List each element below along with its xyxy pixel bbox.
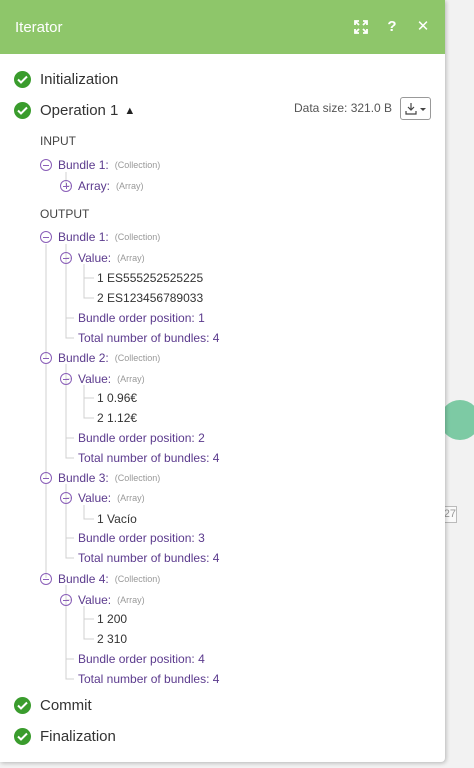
collapse-icon[interactable] bbox=[60, 492, 72, 504]
check-icon bbox=[14, 728, 31, 745]
collapse-icon[interactable] bbox=[60, 594, 72, 606]
collapse-icon[interactable] bbox=[40, 231, 52, 243]
total-bundles: Total number of bundles: 4 bbox=[78, 672, 220, 686]
output-bundle-2[interactable]: Bundle 2: (Collection) bbox=[40, 350, 160, 366]
collapse-icon[interactable] bbox=[60, 373, 72, 385]
bundle-order-position: Bundle order position: 1 bbox=[78, 311, 205, 325]
output-bundle-3[interactable]: Bundle 3: (Collection) bbox=[40, 470, 160, 486]
output-bundle-1[interactable]: Bundle 1: (Collection) bbox=[40, 229, 160, 245]
check-icon bbox=[14, 697, 31, 714]
bundle-order-position: Bundle order position: 2 bbox=[78, 431, 205, 445]
output-label: OUTPUT bbox=[40, 207, 90, 221]
iterator-panel: Iterator ? ✕ Initialization Operation 1 … bbox=[0, 0, 445, 762]
input-bundle-1[interactable]: Bundle 1: (Collection) bbox=[40, 157, 160, 173]
check-icon bbox=[14, 102, 31, 119]
data-size: Data size: 321.0 B bbox=[294, 101, 393, 115]
list-item: 2 310 bbox=[97, 632, 128, 646]
collapse-icon[interactable] bbox=[40, 573, 52, 585]
expand-icon[interactable] bbox=[353, 19, 369, 35]
list-item: 1 0.96€ bbox=[97, 391, 138, 405]
download-button[interactable] bbox=[400, 97, 431, 120]
bundle-order-position: Bundle order position: 4 bbox=[78, 652, 205, 666]
close-icon[interactable]: ✕ bbox=[415, 19, 431, 35]
total-bundles: Total number of bundles: 4 bbox=[78, 551, 220, 565]
check-icon bbox=[14, 71, 31, 88]
collapse-icon[interactable] bbox=[40, 472, 52, 484]
stage-label: Finalization bbox=[40, 728, 116, 745]
stage-label: Initialization bbox=[40, 71, 119, 88]
total-bundles: Total number of bundles: 4 bbox=[78, 331, 220, 345]
collapse-icon[interactable] bbox=[40, 159, 52, 171]
background-node-circle bbox=[440, 400, 474, 440]
panel-title: Iterator bbox=[15, 18, 63, 36]
bundle-order-position: Bundle order position: 3 bbox=[78, 531, 205, 545]
list-item: 1 ES555252525225 bbox=[97, 271, 204, 285]
list-item: 1 200 bbox=[97, 612, 128, 626]
output-bundle-4[interactable]: Bundle 4: (Collection) bbox=[40, 571, 160, 587]
download-icon bbox=[404, 102, 426, 115]
stage-finalization[interactable]: Finalization bbox=[14, 728, 116, 745]
stage-initialization[interactable]: Initialization bbox=[14, 71, 118, 88]
stage-operation[interactable]: Operation 1 ▲ bbox=[14, 102, 135, 119]
panel-header: Iterator ? ✕ bbox=[0, 0, 445, 54]
help-icon[interactable]: ? bbox=[384, 19, 400, 35]
total-bundles: Total number of bundles: 4 bbox=[78, 451, 220, 465]
list-item: 2 ES123456789033 bbox=[97, 291, 204, 305]
input-array[interactable]: Array: (Array) bbox=[60, 178, 144, 194]
bundle-1-value[interactable]: Value: (Array) bbox=[60, 250, 145, 266]
list-item: 2 1.12€ bbox=[97, 411, 138, 425]
stage-label: Commit bbox=[40, 697, 92, 714]
expand-plus-icon[interactable] bbox=[60, 180, 72, 192]
collapse-icon[interactable] bbox=[40, 352, 52, 364]
bundle-3-value[interactable]: Value: (Array) bbox=[60, 490, 145, 506]
collapse-icon[interactable] bbox=[60, 252, 72, 264]
bundle-4-value[interactable]: Value: (Array) bbox=[60, 592, 145, 608]
stage-label: Operation 1 bbox=[40, 102, 119, 119]
bundle-2-value[interactable]: Value: (Array) bbox=[60, 371, 145, 387]
stage-commit[interactable]: Commit bbox=[14, 697, 92, 714]
list-item: 1 Vacío bbox=[97, 512, 137, 526]
input-label: INPUT bbox=[40, 134, 76, 148]
caret-up-icon[interactable]: ▲ bbox=[124, 105, 135, 117]
